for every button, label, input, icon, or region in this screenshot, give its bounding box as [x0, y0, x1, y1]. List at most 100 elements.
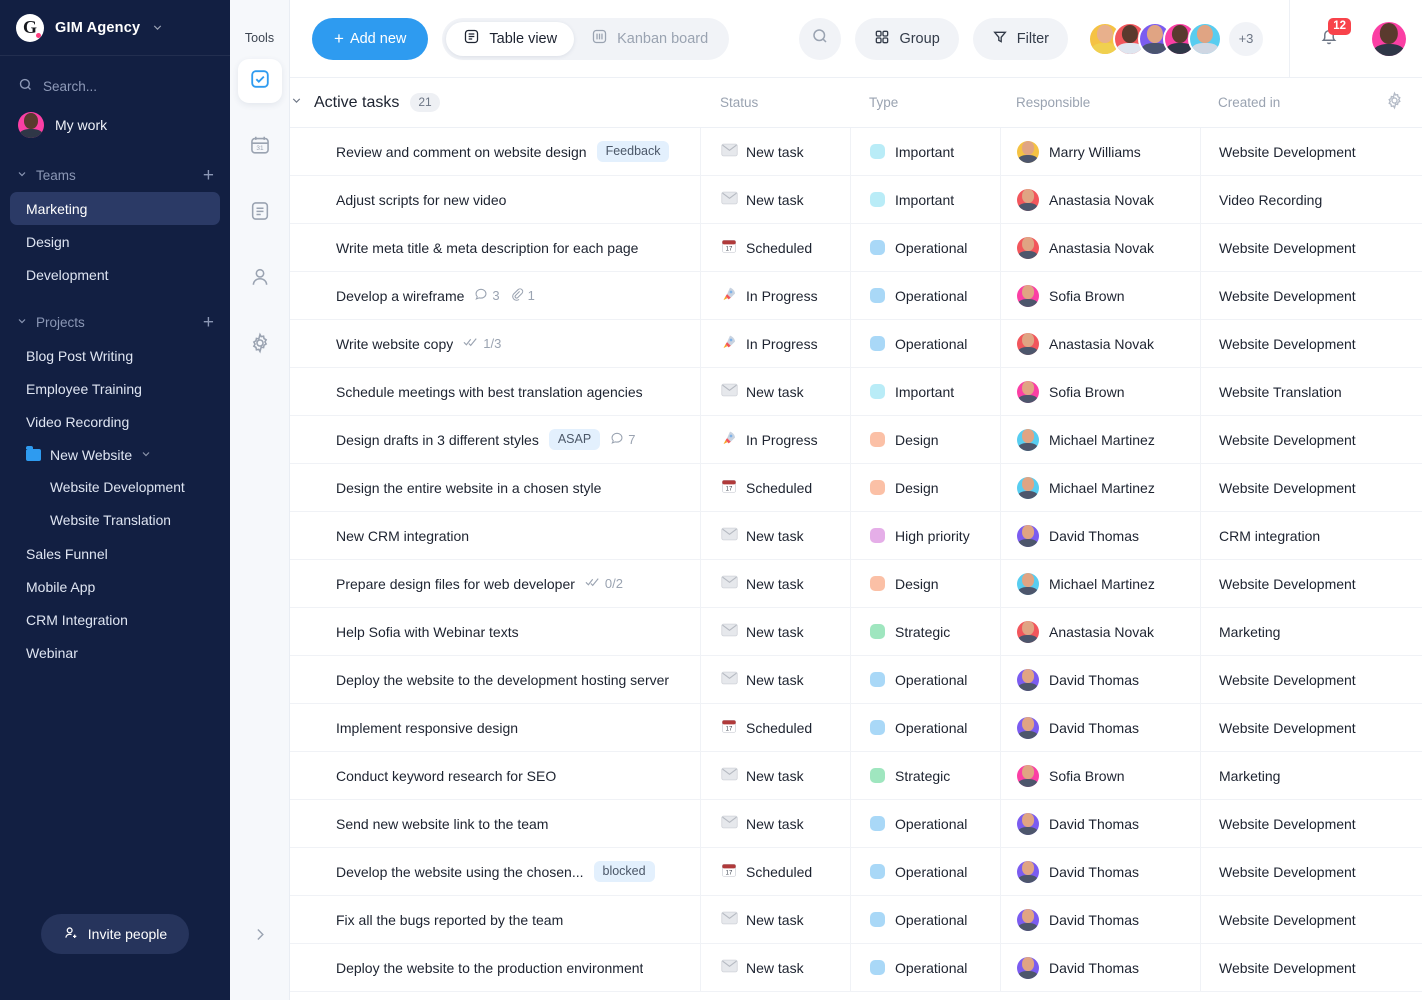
cell-responsible[interactable]: David Thomas [1000, 944, 1200, 991]
table-row[interactable]: Help Sofia with Webinar texts New task Str… [290, 608, 1422, 656]
task-meta[interactable]: 1/3 [463, 335, 501, 352]
cell-type[interactable]: Strategic [850, 608, 1000, 655]
task-tag-badge[interactable]: Feedback [596, 141, 670, 162]
cell-created-in[interactable]: Website Development [1200, 560, 1422, 607]
cell-type[interactable]: Design [850, 416, 1000, 463]
cell-responsible[interactable]: Michael Martinez [1000, 416, 1200, 463]
cell-created-in[interactable]: Marketing [1200, 752, 1422, 799]
cell-type[interactable]: Operational [850, 944, 1000, 991]
workspace-switcher[interactable]: G GIM Agency [0, 0, 230, 56]
cell-type[interactable]: Operational [850, 896, 1000, 943]
sidebar-item-project[interactable]: Employee Training [10, 372, 220, 405]
sidebar-item-project[interactable]: New Website [10, 438, 220, 471]
sidebar-item-team[interactable]: Design [10, 225, 220, 258]
cell-responsible[interactable]: Sofia Brown [1000, 368, 1200, 415]
cell-status[interactable]: New task [700, 176, 850, 223]
cell-created-in[interactable]: Video Recording [1200, 176, 1422, 223]
sidebar-item-project[interactable]: Mobile App [10, 570, 220, 603]
cell-task-name[interactable]: Help Sofia with Webinar texts [290, 608, 700, 655]
table-row[interactable]: Write website copy 1/3 In Progress Operatio… [290, 320, 1422, 368]
invite-people-button[interactable]: Invite people [40, 914, 190, 954]
sidebar-section-projects[interactable]: Projects + [0, 305, 230, 339]
cell-task-name[interactable]: Review and comment on website design Feed… [290, 128, 700, 175]
cell-created-in[interactable]: Marketing [1200, 608, 1422, 655]
sidebar-item-project[interactable]: Video Recording [10, 405, 220, 438]
cell-status[interactable]: In Progress [700, 272, 850, 319]
member-avatars[interactable]: +3 [1088, 21, 1263, 56]
sidebar-item-my-work[interactable]: My work [0, 106, 230, 144]
cell-task-name[interactable]: New CRM integration [290, 512, 700, 559]
tab-table-view[interactable]: Table view [446, 21, 575, 56]
cell-type[interactable]: Important [850, 368, 1000, 415]
sidebar-item-team[interactable]: Development [10, 258, 220, 291]
cell-status[interactable]: 17 Scheduled [700, 224, 850, 271]
table-row[interactable]: Design the entire website in a chosen st… [290, 464, 1422, 512]
cell-responsible[interactable]: Marry Williams [1000, 128, 1200, 175]
cell-type[interactable]: Operational [850, 800, 1000, 847]
cell-type[interactable]: Operational [850, 272, 1000, 319]
sidebar-item-project[interactable]: Blog Post Writing [10, 339, 220, 372]
task-meta[interactable]: 3 [474, 287, 500, 304]
table-row[interactable]: New CRM integration New task High priority… [290, 512, 1422, 560]
user-avatar[interactable] [1372, 21, 1406, 56]
cell-created-in[interactable]: Website Development [1200, 272, 1422, 319]
cell-task-name[interactable]: Deploy the website to the production env… [290, 944, 700, 991]
sidebar-item-team[interactable]: Marketing [10, 192, 220, 225]
table-row[interactable]: Deploy the website to the development ho… [290, 656, 1422, 704]
column-header-created-in[interactable]: Created in [1218, 95, 1280, 110]
tool-settings[interactable] [238, 323, 282, 367]
table-row[interactable]: Deploy the website to the production env… [290, 944, 1422, 992]
table-row[interactable]: Implement responsive design 17 Scheduled Op… [290, 704, 1422, 752]
cell-type[interactable]: Important [850, 176, 1000, 223]
chevron-down-icon[interactable] [290, 94, 303, 112]
cell-responsible[interactable]: Anastasia Novak [1000, 320, 1200, 367]
cell-task-name[interactable]: Implement responsive design [290, 704, 700, 751]
cell-status[interactable]: In Progress [700, 320, 850, 367]
column-header-type[interactable]: Type [850, 95, 1000, 110]
cell-status[interactable]: New task [700, 368, 850, 415]
cell-created-in[interactable]: Website Development [1200, 848, 1422, 895]
cell-status[interactable]: 17 Scheduled [700, 704, 850, 751]
column-header-status[interactable]: Status [700, 95, 850, 110]
cell-type[interactable]: High priority [850, 512, 1000, 559]
add-project-button[interactable]: + [203, 313, 214, 332]
gear-icon[interactable] [1385, 90, 1404, 115]
cell-responsible[interactable]: David Thomas [1000, 800, 1200, 847]
cell-task-name[interactable]: Send new website link to the team [290, 800, 700, 847]
cell-status[interactable]: New task [700, 800, 850, 847]
cell-created-in[interactable]: Website Development [1200, 464, 1422, 511]
cell-type[interactable]: Operational [850, 848, 1000, 895]
cell-status[interactable]: New task [700, 512, 850, 559]
table-row[interactable]: Schedule meetings with best translation … [290, 368, 1422, 416]
task-meta[interactable]: 1 [510, 287, 535, 304]
table-row[interactable]: Adjust scripts for new video New task Impo… [290, 176, 1422, 224]
cell-status[interactable]: In Progress [700, 416, 850, 463]
avatar-overflow-count[interactable]: +3 [1229, 21, 1263, 56]
cell-status[interactable]: New task [700, 656, 850, 703]
cell-status[interactable]: New task [700, 608, 850, 655]
cell-created-in[interactable]: Website Development [1200, 800, 1422, 847]
cell-created-in[interactable]: Website Development [1200, 896, 1422, 943]
group-button[interactable]: Group [855, 17, 959, 60]
cell-type[interactable]: Strategic [850, 752, 1000, 799]
filter-button[interactable]: Filter [972, 17, 1068, 60]
task-tag-badge[interactable]: ASAP [548, 429, 601, 450]
cell-type[interactable]: Operational [850, 224, 1000, 271]
tool-calendar[interactable]: 31 [238, 125, 282, 169]
cell-task-name[interactable]: Fix all the bugs reported by the team [290, 896, 700, 943]
cell-created-in[interactable]: Website Development [1200, 320, 1422, 367]
table-row[interactable]: Fix all the bugs reported by the team New… [290, 896, 1422, 944]
sidebar-section-teams[interactable]: Teams + [0, 158, 230, 192]
sidebar-item-project[interactable]: Website Development [10, 471, 220, 504]
tool-contacts[interactable] [238, 257, 282, 301]
cell-created-in[interactable]: Website Development [1200, 944, 1422, 991]
group-header[interactable]: Active tasks 21 [290, 93, 700, 112]
cell-task-name[interactable]: Schedule meetings with best translation … [290, 368, 700, 415]
cell-status[interactable]: New task [700, 128, 850, 175]
sidebar-item-project[interactable]: Sales Funnel [10, 537, 220, 570]
table-row[interactable]: Conduct keyword research for SEO New task… [290, 752, 1422, 800]
chevron-down-icon[interactable] [140, 447, 152, 463]
cell-responsible[interactable]: Sofia Brown [1000, 272, 1200, 319]
cell-created-in[interactable]: CRM integration [1200, 512, 1422, 559]
cell-responsible[interactable]: David Thomas [1000, 704, 1200, 751]
